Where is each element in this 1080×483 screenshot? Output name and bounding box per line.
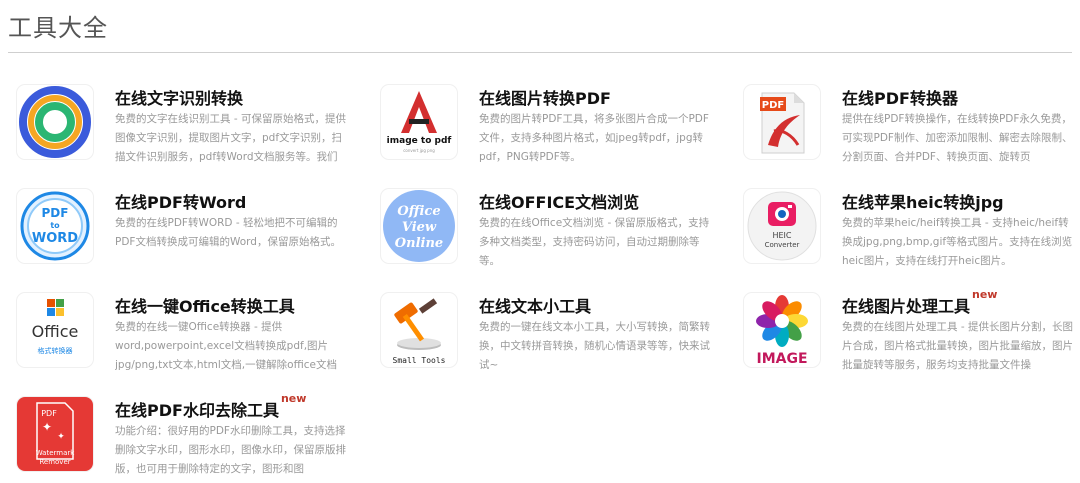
tool-card-ocr[interactable]: 在线文字识别转换 免费的文字在线识别工具 - 可保留原始格式，提供图像文字识别，…: [17, 85, 357, 175]
svg-text:HEIC: HEIC: [772, 231, 791, 240]
tool-description: 免费的一键在线文本小工具，大小写转换，简繁转换，中文转拼音转换，随机心情语录等等…: [479, 321, 710, 371]
tool-title[interactable]: 在线文字识别转换: [115, 85, 245, 109]
tool-card-pdf-to-word[interactable]: PDF to WORD 在线PDF转Word 免费的在线PDF转WORD - 轻…: [17, 189, 357, 279]
tool-description: 免费的图片转PDF工具，将多张图片合成一个PDF文件，支持多种图片格式，如jpe…: [479, 113, 709, 163]
svg-text:to: to: [50, 221, 60, 230]
tool-description: 功能介绍：很好用的PDF水印删除工具，支持选择删除文字水印，图形水印，图像水印，…: [115, 425, 346, 475]
tool-card-heic[interactable]: HEIC Converter 在线苹果heic转换jpg 免费的苹果heic/h…: [744, 189, 1080, 279]
tool-title[interactable]: 在线PDF转Word: [115, 189, 248, 213]
tool-title[interactable]: 在线图片处理工具new: [842, 288, 997, 317]
svg-text:Office: Office: [32, 322, 79, 341]
svg-text:Watermark: Watermark: [36, 449, 76, 457]
tool-title[interactable]: 在线一键Office转换工具: [115, 293, 297, 317]
page-title: 工具大全: [8, 14, 108, 42]
image-to-pdf-icon[interactable]: image to pdf convert jpg png: [381, 85, 457, 159]
title-divider: [8, 52, 1072, 53]
tool-description: 免费的在线图片处理工具 - 提供长图片分割，长图片合成，图片格式批量转换，图片批…: [842, 321, 1073, 371]
pdf-to-word-icon[interactable]: PDF to WORD: [17, 189, 93, 263]
tool-description: 免费的在线PDF转WORD - 轻松地把不可编辑的PDF文档转换成可编辑的Wor…: [115, 217, 341, 248]
tool-card-watermark-remover[interactable]: PDF ✦ ✦ Watermark Remover 在线PDF水印去除工具new…: [17, 392, 357, 483]
office-converter-icon[interactable]: Office 格式转换器: [17, 293, 93, 367]
tool-card-pdf-converter[interactable]: PDF 在线PDF转换器 提供在线PDF转换操作，在线转换PDF永久免费，可实现…: [744, 85, 1080, 175]
svg-text:PDF: PDF: [762, 100, 784, 111]
tool-title[interactable]: 在线文本小工具: [479, 293, 593, 317]
svg-text:convert jpg png: convert jpg png: [403, 148, 435, 153]
tool-title[interactable]: 在线图片转换PDF: [479, 85, 613, 109]
tool-description: 免费的在线Office文档浏览 - 保留原版格式，支持多种文档类型，支持密码访问…: [479, 217, 710, 267]
tool-card-office-view[interactable]: Office View Online 在线OFFICE文档浏览 免费的在线Off…: [381, 189, 721, 279]
small-tools-icon[interactable]: Small Tools: [381, 293, 457, 367]
svg-text:PDF: PDF: [42, 206, 69, 220]
tool-title[interactable]: 在线PDF水印去除工具new: [115, 392, 306, 421]
svg-text:✦: ✦: [42, 420, 52, 434]
svg-text:Online: Online: [395, 236, 443, 251]
svg-text:✦: ✦: [57, 432, 65, 442]
tool-card-image-to-pdf[interactable]: image to pdf convert jpg png 在线图片转换PDF 免…: [381, 85, 721, 175]
svg-text:PDF: PDF: [41, 409, 57, 418]
tool-description: 免费的苹果heic/heif转换工具 - 支持heic/heif转换成jpg,p…: [842, 217, 1073, 267]
tool-title[interactable]: 在线苹果heic转换jpg: [842, 189, 1006, 213]
heic-converter-icon[interactable]: HEIC Converter: [744, 189, 820, 263]
tool-card-text-tools[interactable]: Small Tools 在线文本小工具 免费的一键在线文本小工具，大小写转换，简…: [381, 293, 721, 383]
svg-text:Small Tools: Small Tools: [393, 356, 446, 365]
tool-description: 提供在线PDF转换操作，在线转换PDF永久免费，可实现PDF制作、加密添加限制、…: [842, 113, 1073, 163]
svg-text:image to pdf: image to pdf: [387, 136, 452, 146]
svg-text:IMAGE: IMAGE: [756, 351, 807, 367]
svg-text:格式转换器: 格式转换器: [38, 346, 73, 355]
tool-card-image-tools[interactable]: IMAGE 在线图片处理工具new 免费的在线图片处理工具 - 提供长图片分割，…: [744, 288, 1080, 383]
svg-text:Remover: Remover: [39, 458, 70, 466]
pdf-converter-icon[interactable]: PDF: [744, 85, 820, 159]
new-badge: new: [280, 392, 307, 405]
tool-title[interactable]: 在线OFFICE文档浏览: [479, 189, 641, 213]
svg-text:Converter: Converter: [765, 241, 800, 249]
watermark-remover-icon[interactable]: PDF ✦ ✦ Watermark Remover: [17, 397, 93, 471]
image-tool-icon[interactable]: IMAGE: [744, 293, 820, 367]
ocr-ring-icon[interactable]: [17, 85, 93, 159]
svg-text:Office: Office: [397, 204, 440, 219]
tool-title[interactable]: 在线PDF转换器: [842, 85, 960, 109]
tool-card-office-converter[interactable]: Office 格式转换器 在线一键Office转换工具 免费的在线一键Offic…: [17, 293, 357, 383]
svg-text:WORD: WORD: [32, 231, 78, 246]
tool-description: 免费的文字在线识别工具 - 可保留原始格式，提供图像文字识别，提取图片文字，pd…: [115, 113, 346, 163]
tool-description: 免费的在线一键Office转换器 - 提供word,powerpoint,exc…: [115, 321, 337, 371]
new-badge: new: [972, 288, 998, 301]
office-view-online-icon[interactable]: Office View Online: [381, 189, 457, 263]
svg-text:View: View: [402, 220, 437, 235]
